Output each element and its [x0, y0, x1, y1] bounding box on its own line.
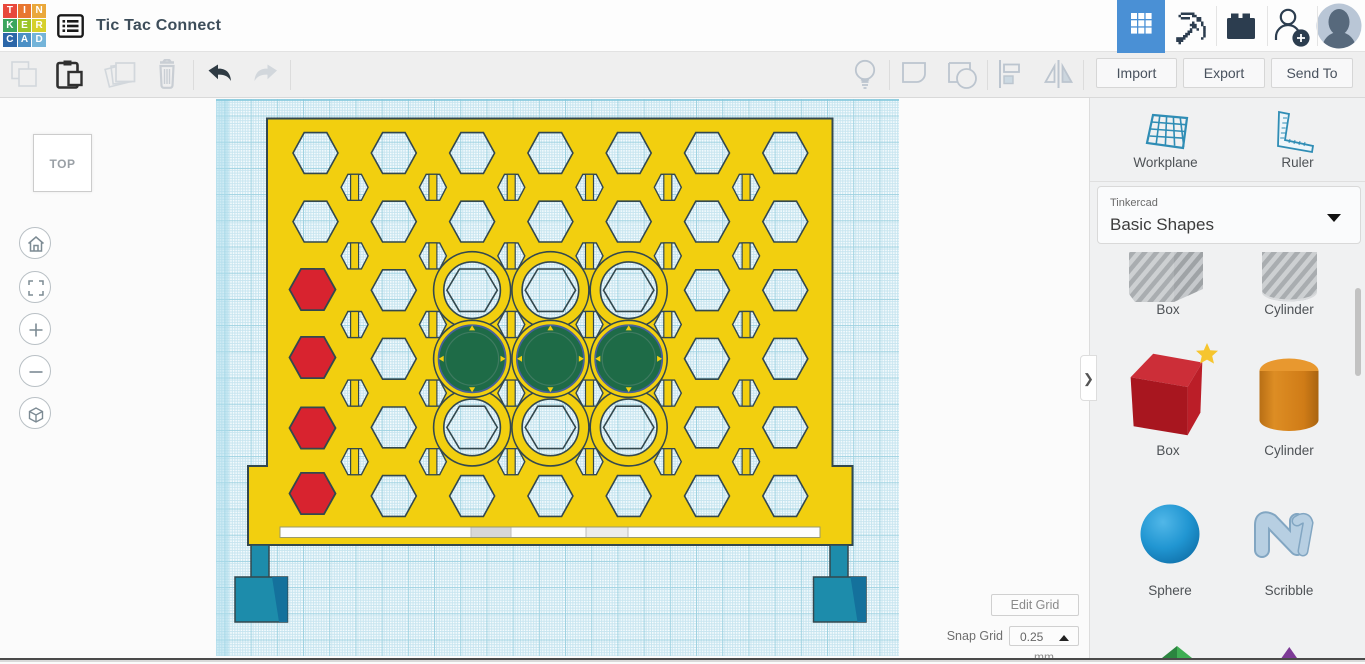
svg-text:Cylinder: Cylinder: [1264, 443, 1314, 458]
svg-text:Box: Box: [1156, 302, 1180, 317]
svg-text:Sphere: Sphere: [1148, 583, 1192, 598]
svg-text:Cylinder: Cylinder: [1264, 302, 1314, 317]
svg-text:Box: Box: [1156, 443, 1180, 458]
svg-text:Scribble: Scribble: [1265, 583, 1314, 598]
